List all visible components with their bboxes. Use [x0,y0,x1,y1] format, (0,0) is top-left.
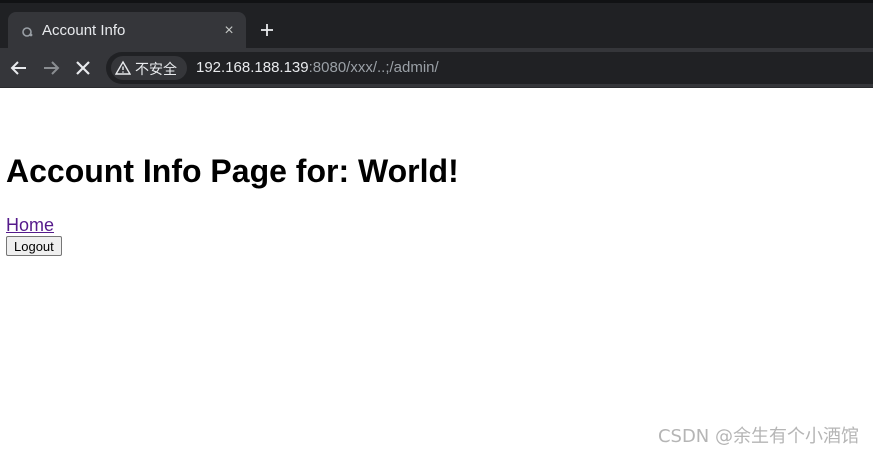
new-tab-plus-icon[interactable] [256,19,278,41]
logout-button[interactable]: Logout [6,236,62,256]
tab-close-icon[interactable]: × [220,22,238,40]
url-path: :8080/xxx/..;/admin/ [308,59,439,76]
not-secure-label: 不安全 [135,62,177,78]
watermark: CSDN @余生有个小酒馆 [657,426,859,447]
url-text[interactable]: 192.168.188.139:8080/xxx/..;/admin/ [196,59,439,76]
security-indicator[interactable]: 不安全 [111,56,187,80]
address-bar[interactable]: 不安全 192.168.188.139:8080/xxx/..;/admin/ [106,52,873,84]
stop-loading-icon[interactable] [72,57,94,79]
back-arrow-icon[interactable] [8,57,30,79]
tab-strip: Account Info × [0,0,873,51]
browser-toolbar: 不安全 192.168.188.139:8080/xxx/..;/admin/ [0,48,873,88]
home-link[interactable]: Home [6,214,54,236]
page-content: Account Info Page for: World! Home Logou… [6,88,866,256]
browser-tab[interactable]: Account Info × [8,12,246,51]
url-host: 192.168.188.139 [196,59,309,76]
forward-arrow-icon[interactable] [40,57,62,79]
warning-triangle-icon [114,60,132,76]
tab-title: Account Info [42,22,126,39]
page-title: Account Info Page for: World! [6,153,459,189]
loading-favicon-icon [21,25,33,37]
